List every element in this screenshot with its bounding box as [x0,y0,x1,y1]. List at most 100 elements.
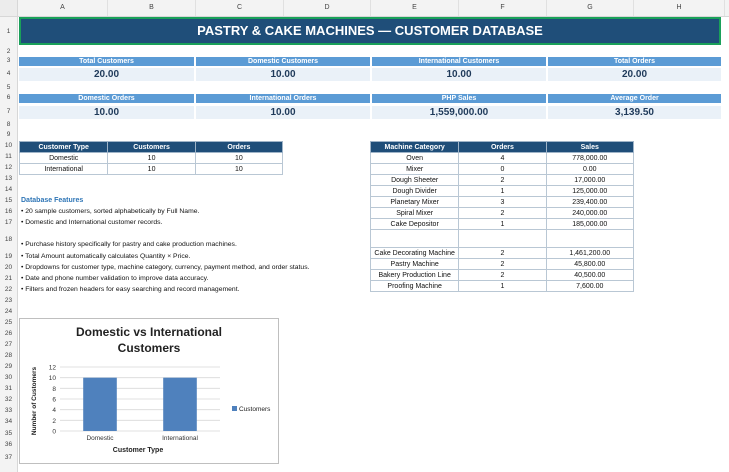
table-row[interactable]: Planetary Mixer 3 239,400.00 [369,196,635,208]
kpi-value-international-orders[interactable]: 10.00 [196,106,370,119]
cell-sales[interactable]: 1,461,200.00 [545,247,635,259]
row-number[interactable]: 9 [0,131,17,138]
cell-machine[interactable]: Dough Divider [369,185,460,197]
cell-customers[interactable]: 10 [107,152,196,164]
column-header-customer-type[interactable]: Customer Type [18,141,109,153]
cell-machine[interactable]: Proofing Machine [369,280,460,292]
row-number[interactable]: 13 [0,175,17,182]
cell-sales[interactable]: 40,500.00 [545,269,635,281]
cell-orders[interactable]: 2 [458,207,547,219]
cell-orders[interactable]: 2 [458,174,547,186]
cell-machine[interactable]: Dough Sheeter [369,174,460,186]
column-header-f[interactable]: F [459,0,547,16]
cell-machine[interactable]: Planetary Mixer [369,196,460,208]
cell-customer-type[interactable]: International [18,163,109,175]
table-row[interactable]: Proofing Machine 1 7,600.00 [369,280,635,292]
cell-orders[interactable]: 4 [458,152,547,164]
cell-sales[interactable]: 778,000.00 [545,152,635,164]
cell-machine[interactable]: Spiral Mixer [369,207,460,219]
cell-sales[interactable]: 239,400.00 [545,196,635,208]
kpi-value-domestic-orders[interactable]: 10.00 [19,106,194,119]
row-number[interactable]: 26 [0,330,17,337]
table-row[interactable]: Cake Depositor 1 185,000.00 [369,218,635,230]
cell-customers[interactable]: 10 [107,163,196,175]
kpi-value-total-orders[interactable]: 20.00 [548,68,721,81]
column-header-h[interactable]: H [634,0,725,16]
table-row[interactable]: Dough Divider 1 125,000.00 [369,185,635,197]
cell-orders[interactable]: 10 [194,152,284,164]
table-row[interactable]: Mixer 0 0.00 [369,163,635,175]
cell-machine[interactable]: Pastry Machine [369,258,460,270]
cell-sales[interactable]: 185,000.00 [545,218,635,230]
feature-item[interactable]: • 20 sample customers, sorted alphabetic… [21,208,199,215]
feature-item[interactable]: • Dropdowns for customer type, machine c… [21,264,310,271]
bar-international[interactable] [163,377,197,431]
row-number[interactable]: 6 [0,94,17,101]
cell-orders[interactable]: 0 [458,163,547,175]
table-row-spacer[interactable] [369,229,635,248]
row-number[interactable]: 17 [0,219,17,226]
column-header-orders[interactable]: Orders [458,141,547,153]
table-row[interactable]: Cake Decorating Machine 2 1,461,200.00 [369,247,635,259]
cell-sales[interactable]: 240,000.00 [545,207,635,219]
cell-orders[interactable]: 2 [458,269,547,281]
column-header-d[interactable]: D [284,0,371,16]
row-number[interactable]: 15 [0,197,17,204]
row-number[interactable]: 19 [0,253,17,260]
features-title[interactable]: Database Features [21,197,83,204]
kpi-value-total-customers[interactable]: 20.00 [19,68,194,81]
row-number[interactable]: 4 [0,70,17,77]
cell-orders[interactable]: 10 [194,163,284,175]
row-number[interactable]: 11 [0,153,17,160]
row-number[interactable]: 8 [0,121,17,128]
row-number[interactable]: 3 [0,57,17,64]
table-row[interactable]: Bakery Production Line 2 40,500.00 [369,269,635,281]
row-number[interactable]: 27 [0,341,17,348]
kpi-value-international-customers[interactable]: 10.00 [372,68,546,81]
customers-chart[interactable]: Domestic vs International Customers 0 2 4 6… [19,318,279,464]
cell-orders[interactable]: 2 [458,258,547,270]
row-number[interactable]: 22 [0,286,17,293]
cell-orders[interactable]: 1 [458,185,547,197]
row-number[interactable]: 16 [0,208,17,215]
column-header-b[interactable]: B [108,0,196,16]
row-number[interactable]: 35 [0,430,17,437]
row-number[interactable]: 30 [0,374,17,381]
feature-item[interactable]: • Purchase history specifically for past… [21,241,237,248]
row-number[interactable]: 36 [0,441,17,448]
column-header-sales[interactable]: Sales [545,141,635,153]
row-number[interactable]: 20 [0,264,17,271]
cell-sales[interactable]: 17,000.00 [545,174,635,186]
cell-orders[interactable]: 3 [458,196,547,208]
row-number[interactable]: 25 [0,319,17,326]
cell-orders[interactable]: 2 [458,247,547,259]
row-number[interactable]: 5 [0,84,17,91]
cell-empty[interactable] [369,229,460,248]
column-header-customers[interactable]: Customers [107,141,196,153]
column-header-e[interactable]: E [371,0,459,16]
bar-domestic[interactable] [83,377,117,431]
cell-sales[interactable]: 7,600.00 [545,280,635,292]
cell-machine[interactable]: Oven [369,152,460,164]
select-all-corner[interactable] [0,0,18,16]
cell-orders[interactable]: 1 [458,218,547,230]
cell-machine[interactable]: Cake Decorating Machine [369,247,460,259]
column-header-c[interactable]: C [196,0,284,16]
row-number[interactable]: 23 [0,297,17,304]
table-row[interactable]: Dough Sheeter 2 17,000.00 [369,174,635,186]
title-banner[interactable]: PASTRY & CAKE MACHINES — CUSTOMER DATABA… [19,17,721,45]
table-row[interactable]: Spiral Mixer 2 240,000.00 [369,207,635,219]
feature-item[interactable]: • Total Amount automatically calculates … [21,253,190,260]
column-header-machine-category[interactable]: Machine Category [369,141,460,153]
row-number[interactable]: 10 [0,142,17,149]
row-number[interactable]: 2 [0,48,17,55]
row-number[interactable]: 18 [0,236,17,243]
row-number[interactable]: 31 [0,385,17,392]
cell-sales[interactable]: 0.00 [545,163,635,175]
feature-item[interactable]: • Date and phone number validation to im… [21,275,208,282]
kpi-value-php-sales[interactable]: 1,559,000.00 [372,106,546,119]
feature-item[interactable]: • Domestic and International customer re… [21,219,162,226]
table-row[interactable]: Oven 4 778,000.00 [369,152,635,164]
row-number[interactable]: 14 [0,186,17,193]
row-number[interactable]: 32 [0,396,17,403]
